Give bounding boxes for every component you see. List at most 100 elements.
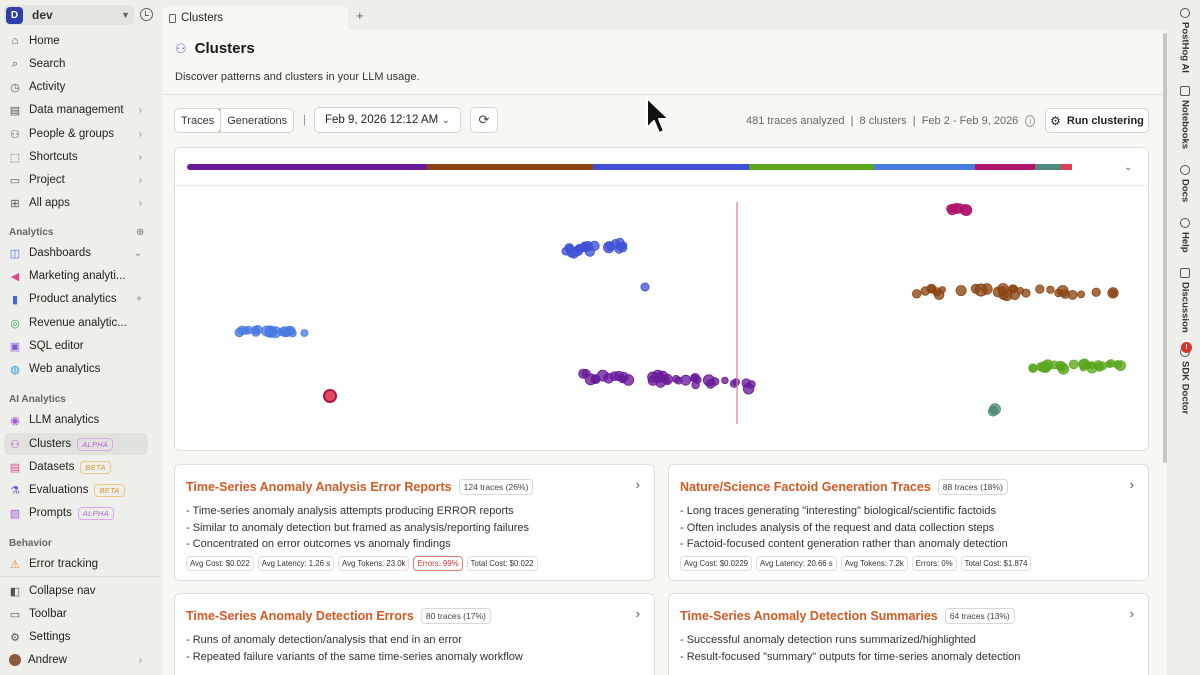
trace-point[interactable] (578, 368, 589, 379)
trace-point[interactable] (1060, 289, 1070, 299)
cluster-points[interactable] (578, 368, 756, 395)
trace-point[interactable] (920, 286, 931, 296)
info-icon[interactable]: i (1025, 115, 1036, 127)
nav-llm-analytics[interactable]: ◉ LLM analytics (4, 409, 148, 431)
cluster-points[interactable] (946, 202, 973, 217)
date-picker[interactable]: Feb 9, 2026 12:12 AM ⌄ (314, 107, 461, 133)
rail-posthog-ai[interactable]: PostHog AI (1170, 8, 1200, 73)
distribution-segment[interactable] (873, 164, 976, 170)
distribution-segment[interactable] (592, 164, 750, 170)
distribution-segment[interactable] (749, 164, 874, 170)
trace-point[interactable] (680, 374, 692, 386)
cluster-card[interactable]: Time-Series Anomaly Detection Errors 80 … (174, 593, 655, 675)
trace-point[interactable] (1107, 359, 1116, 368)
trace-point[interactable] (283, 329, 291, 338)
rail-docs[interactable]: Docs (1170, 165, 1200, 202)
trace-point[interactable] (323, 389, 337, 403)
trace-point[interactable] (1016, 286, 1025, 295)
nav-datasets[interactable]: ▤ Datasets BETA (4, 456, 148, 478)
nav-revenue-analytics[interactable]: ◎ Revenue analytic... (4, 312, 148, 334)
trace-point[interactable] (640, 282, 650, 292)
nav-clusters[interactable]: ⚇ Clusters ALPHA (4, 433, 148, 455)
nav-collapse[interactable]: ◧ Collapse nav (4, 580, 148, 602)
trace-point[interactable] (267, 326, 278, 337)
nav-toolbar[interactable]: ▭ Toolbar (4, 603, 148, 625)
trace-point[interactable] (691, 380, 700, 390)
distribution-segment[interactable] (1035, 164, 1062, 170)
toggle-generations[interactable]: Generations (220, 109, 293, 132)
cluster-points[interactable] (561, 237, 628, 259)
trace-point[interactable] (933, 289, 945, 301)
trace-point[interactable] (622, 374, 635, 386)
trace-point[interactable] (1068, 359, 1079, 370)
trace-point[interactable] (955, 285, 967, 297)
nav-prompts[interactable]: ▧ Prompts ALPHA (4, 502, 148, 524)
trace-point[interactable] (732, 378, 740, 386)
nav-all-apps[interactable]: ⊞ All apps › (4, 192, 148, 214)
nav-search[interactable]: ⌕ Search (4, 53, 148, 75)
project-switcher[interactable]: D dev ▼ (4, 5, 134, 25)
trace-point[interactable] (742, 382, 755, 395)
trace-point[interactable] (1079, 364, 1087, 372)
distribution-segment[interactable] (426, 164, 593, 170)
cluster-points[interactable] (234, 324, 309, 339)
trace-point[interactable] (253, 324, 263, 335)
distribution-segment[interactable] (1061, 164, 1073, 170)
nav-activity[interactable]: ◷ Activity (4, 76, 148, 98)
nav-shortcuts[interactable]: ⬚ Shortcuts › (4, 146, 148, 168)
trace-point[interactable] (1077, 290, 1085, 299)
rail-help[interactable]: Help (1170, 218, 1200, 253)
chevron-down-icon[interactable]: ⌄ (1124, 162, 1132, 173)
trace-point[interactable] (1035, 284, 1045, 294)
cluster-points[interactable] (987, 403, 1001, 417)
chevron-right-icon[interactable]: › (1130, 606, 1134, 621)
toggle-traces[interactable]: Traces (175, 109, 222, 132)
history-icon[interactable] (140, 8, 153, 21)
scrollbar[interactable] (1163, 33, 1167, 463)
nav-data-management[interactable]: ▤ Data management › (4, 99, 148, 121)
nav-sql-editor[interactable]: ▣ SQL editor (4, 335, 148, 357)
trace-point[interactable] (998, 289, 1010, 300)
cluster-card[interactable]: Time-Series Anomaly Analysis Error Repor… (174, 464, 655, 581)
nav-people-groups[interactable]: ⚇ People & groups › (4, 123, 148, 145)
chevron-right-icon[interactable]: › (636, 606, 640, 621)
trace-point[interactable] (603, 373, 614, 384)
trace-point[interactable] (702, 374, 715, 387)
rail-notebooks[interactable]: Notebooks (1170, 86, 1200, 149)
cluster-distribution-bar[interactable] (187, 164, 1109, 170)
nav-product-analytics[interactable]: ▮ Product analytics + (4, 288, 148, 310)
distribution-segment[interactable] (187, 164, 427, 170)
nav-project[interactable]: ▭ Project › (4, 169, 148, 191)
trace-point[interactable] (1029, 365, 1038, 373)
nav-marketing-analytics[interactable]: ◀ Marketing analyti... (4, 265, 148, 287)
cluster-scatter-plot[interactable] (175, 186, 1148, 450)
nav-home[interactable]: ⌂ Home (4, 30, 148, 52)
rail-discussion[interactable]: Discussion (1170, 268, 1200, 333)
trace-point[interactable] (721, 376, 729, 385)
trace-point[interactable] (1046, 285, 1055, 294)
chevron-right-icon[interactable]: › (1130, 477, 1134, 492)
trace-point[interactable] (954, 203, 965, 214)
add-icon[interactable]: ⊕ (136, 227, 144, 238)
nav-settings[interactable]: ⚙ Settings (4, 626, 148, 648)
nav-error-tracking[interactable]: ⚠ Error tracking (4, 553, 148, 575)
trace-point[interactable] (912, 289, 922, 299)
trace-point[interactable] (602, 241, 615, 254)
trace-point[interactable] (672, 374, 681, 383)
trace-point[interactable] (690, 374, 699, 383)
trace-point[interactable] (974, 283, 988, 297)
trace-point[interactable] (618, 243, 628, 253)
cluster-points[interactable] (912, 283, 1119, 302)
trace-point[interactable] (1091, 287, 1101, 297)
trace-point[interactable] (591, 375, 600, 384)
distribution-segment[interactable] (975, 164, 1036, 170)
trace-point[interactable] (989, 403, 1001, 416)
trace-point[interactable] (234, 327, 244, 338)
nav-web-analytics[interactable]: ◍ Web analytics (4, 358, 148, 380)
trace-point[interactable] (1109, 289, 1118, 298)
nav-dashboards[interactable]: ◫ Dashboards ⌄ (4, 242, 148, 264)
refresh-button[interactable]: ⟳ (470, 107, 498, 133)
trace-point[interactable] (568, 248, 579, 259)
trace-point[interactable] (589, 240, 600, 252)
trace-point[interactable] (1042, 359, 1054, 371)
